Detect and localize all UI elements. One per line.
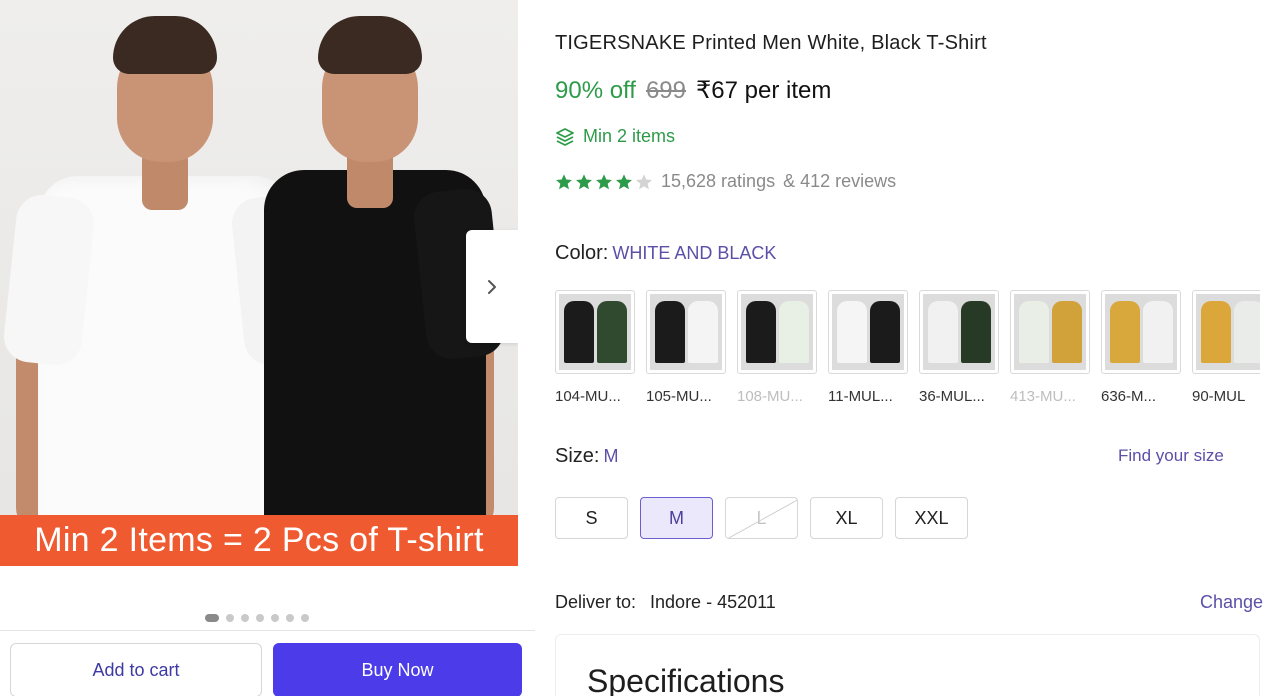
swatch-thumbnail — [919, 290, 999, 374]
min-items-row: Min 2 items — [555, 126, 675, 147]
next-image-button[interactable] — [466, 230, 518, 343]
rating-row[interactable]: 15,628 ratings & 412 reviews — [555, 171, 896, 192]
size-options: S M L XL XXL — [555, 497, 968, 539]
pagination-dot[interactable] — [205, 614, 219, 622]
add-to-cart-button[interactable]: Add to cart — [10, 643, 262, 696]
color-swatch[interactable]: 104-MU... — [555, 290, 635, 405]
find-your-size-link[interactable]: Find your size — [1118, 446, 1224, 466]
color-swatch[interactable]: 11-MUL... — [828, 290, 908, 405]
pagination-dot[interactable] — [226, 614, 234, 622]
image-pagination — [205, 614, 309, 622]
swatch-thumbnail — [737, 290, 817, 374]
reviews-count: & 412 reviews — [783, 171, 897, 191]
min-items-label: Min 2 items — [583, 126, 676, 146]
selected-color: WHITE AND BLACK — [612, 243, 777, 263]
swatch-thumbnail — [555, 290, 635, 374]
size-option-xl[interactable]: XL — [810, 497, 883, 539]
swatch-label: 90-MUL — [1192, 388, 1246, 405]
swatch-label: 105-MU... — [646, 388, 712, 405]
mrp-price: 699 — [645, 77, 686, 104]
size-option-l: L — [725, 497, 798, 539]
pagination-dot[interactable] — [256, 614, 264, 622]
pagination-dot[interactable] — [286, 614, 294, 622]
star-icon — [596, 173, 612, 189]
star-icon — [616, 173, 632, 189]
selected-size: M — [603, 446, 619, 466]
swatch-thumbnail — [1192, 290, 1260, 374]
size-option-s[interactable]: S — [555, 497, 628, 539]
delivery-row: Deliver to: Indore - 452011 — [555, 592, 776, 613]
action-bar: Add to cart Buy Now — [0, 630, 535, 696]
size-selector-header: Size: M — [555, 445, 618, 468]
size-option-xxl[interactable]: XXL — [895, 497, 968, 539]
swatch-thumbnail — [828, 290, 908, 374]
ratings-count: 15,628 ratings — [661, 171, 776, 191]
discount-label: 90% off — [555, 77, 636, 104]
swatch-label: 108-MU... — [737, 388, 803, 405]
color-swatch[interactable]: 36-MUL... — [919, 290, 999, 405]
color-swatch[interactable]: 108-MU... — [737, 290, 817, 405]
star-icon — [576, 173, 592, 189]
delivery-location: Indore - 452011 — [650, 592, 776, 612]
buy-now-button[interactable]: Buy Now — [273, 643, 522, 696]
price-row: 90% off 699 ₹67 per item — [555, 76, 831, 105]
product-image[interactable]: Min 2 Items = 2 Pcs of T-shirt — [0, 0, 518, 566]
selling-price: ₹67 per item — [696, 77, 832, 104]
swatch-label: 413-MU... — [1010, 388, 1076, 405]
swatch-label: 36-MUL... — [919, 388, 985, 405]
pagination-dot[interactable] — [241, 614, 249, 622]
star-icon — [556, 173, 572, 189]
color-selector-header: Color: WHITE AND BLACK — [555, 242, 776, 265]
specifications-card[interactable]: Specifications — [555, 634, 1260, 696]
color-swatch[interactable]: 105-MU... — [646, 290, 726, 405]
pagination-dot[interactable] — [271, 614, 279, 622]
deliver-to-label: Deliver to: — [555, 592, 637, 612]
product-title: TIGERSNAKE Printed Men White, Black T-Sh… — [555, 32, 987, 54]
color-swatch-list: 104-MU... 105-MU... 108-MU... 11-MUL... 36-M… — [555, 290, 1260, 410]
star-icon — [636, 173, 652, 189]
change-location-link[interactable]: Change — [1200, 592, 1263, 613]
star-rating — [555, 173, 653, 191]
chevron-right-icon — [488, 279, 496, 294]
color-swatch[interactable]: 413-MU... — [1010, 290, 1090, 405]
swatch-thumbnail — [1010, 290, 1090, 374]
swatch-label: 104-MU... — [555, 388, 621, 405]
swatch-thumbnail — [646, 290, 726, 374]
color-swatch[interactable]: 636-M... — [1101, 290, 1181, 405]
color-swatch[interactable]: 90-MUL — [1192, 290, 1260, 405]
swatch-label: 11-MUL... — [828, 388, 893, 405]
swatch-thumbnail — [1101, 290, 1181, 374]
specifications-title: Specifications — [587, 663, 785, 696]
size-label: Size: — [555, 445, 600, 467]
pagination-dot[interactable] — [301, 614, 309, 622]
stack-icon — [556, 127, 574, 146]
color-label: Color: — [555, 242, 609, 264]
swatch-label: 636-M... — [1101, 388, 1157, 405]
promo-banner: Min 2 Items = 2 Pcs of T-shirt — [0, 515, 518, 566]
size-option-m[interactable]: M — [640, 497, 713, 539]
